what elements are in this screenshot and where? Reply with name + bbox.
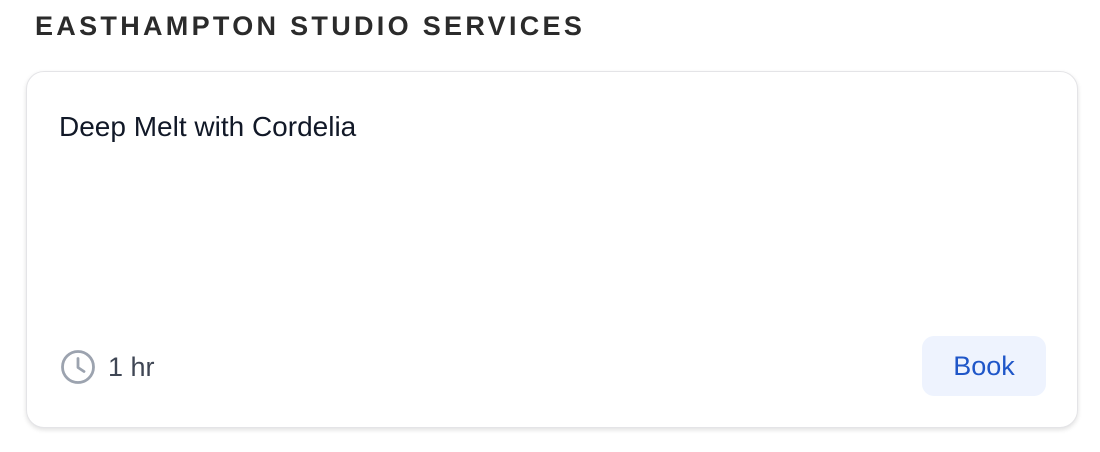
clock-icon [60, 349, 96, 385]
service-name: Deep Melt with Cordelia [59, 111, 357, 142]
duration-label: 1 hr [108, 352, 155, 382]
book-button[interactable]: Book [922, 336, 1046, 396]
section-title: EASTHAMPTON STUDIO SERVICES [35, 11, 586, 41]
service-card: Deep Melt with Cordelia 1 hr Book [26, 71, 1078, 428]
service-duration: 1 hr [60, 349, 155, 385]
